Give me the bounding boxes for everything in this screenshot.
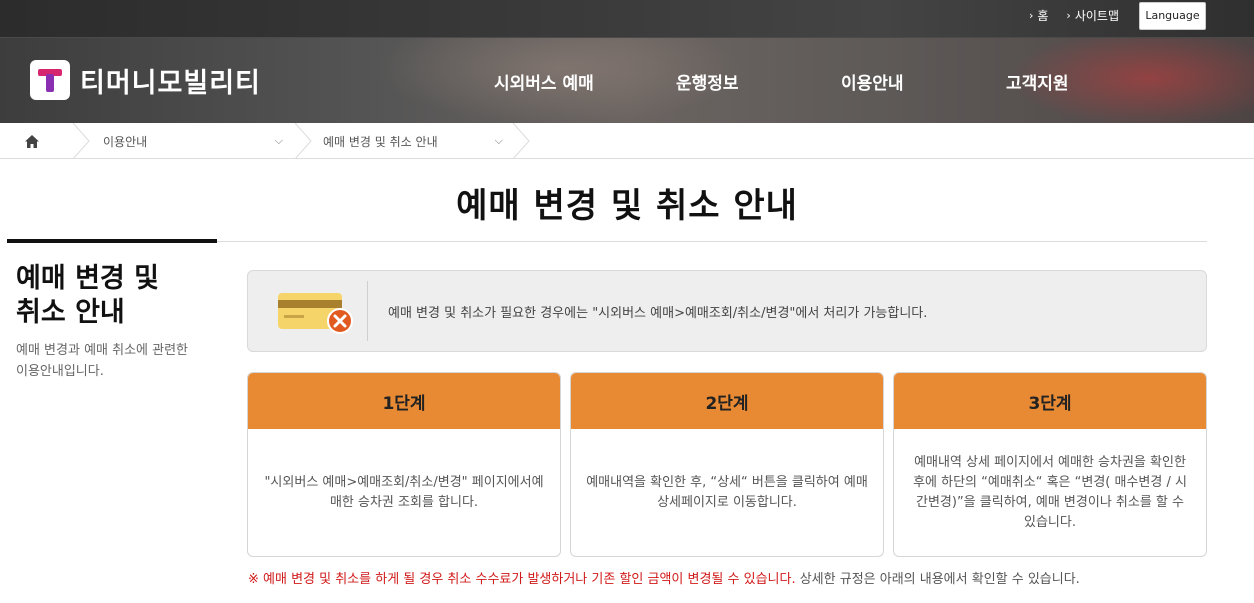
nav-item-operation-info[interactable]: 운행정보	[676, 69, 739, 94]
chevron-down-icon: ⌵	[274, 134, 283, 147]
info-box: 예매 변경 및 취소가 필요한 경우에는 "시외버스 예매>예매조회/취소/변경…	[247, 270, 1207, 352]
title-underline	[7, 239, 217, 243]
sitemap-link[interactable]: › 사이트맵	[1066, 7, 1119, 24]
utility-bar: › 홈 › 사이트맵 Language	[0, 0, 1254, 37]
breadcrumb-home[interactable]	[0, 123, 64, 159]
step-title: 2단계	[571, 373, 883, 429]
divider	[217, 241, 1207, 242]
nav-item-bus-booking[interactable]: 시외버스 예매	[494, 69, 594, 94]
fee-notice: ※ 예매 변경 및 취소를 하게 될 경우 취소 수수료가 발생하거나 기존 할…	[248, 568, 1080, 587]
nav-item-customer-support[interactable]: 고객지원	[1006, 69, 1069, 94]
home-link-label: 홈	[1037, 9, 1049, 23]
fee-warning-text: ※ 예매 변경 및 취소를 하게 될 경우 취소 수수료가 발생하거나 기존 할…	[248, 572, 796, 587]
sidebar-title-line2: 취소 안내	[16, 297, 125, 328]
sitemap-link-label: 사이트맵	[1074, 9, 1119, 23]
chevron-right-icon: ›	[1066, 9, 1071, 22]
step-description: 예매내역을 확인한 후, “상세“ 버튼을 클릭하여 예매 상세페이지로 이동합…	[586, 474, 868, 510]
step-description: "시외버스 예매>예매조회/취소/변경" 페이지에서예매한 승차권 조회를 합니…	[264, 474, 544, 510]
sidebar-title-line1: 예매 변경 및	[16, 263, 159, 294]
sidebar-title: 예매 변경 및 취소 안내	[16, 262, 206, 330]
breadcrumb-separator	[512, 123, 530, 159]
sidebar-desc-line1: 예매 변경과 예매 취소에 관련한	[16, 343, 189, 358]
chevron-down-icon: ⌵	[494, 134, 503, 147]
brand-logo[interactable]: 티머니모빌리티	[30, 60, 261, 100]
step-description: 예매내역 상세 페이지에서 예매한 승차권을 확인한 후에 하단의 “예매취소“…	[913, 454, 1187, 530]
breadcrumb-level2[interactable]: 예매 변경 및 취소 안내 ⌵	[323, 123, 503, 159]
breadcrumb-separator	[72, 123, 90, 159]
site-header: 티머니모빌리티 시외버스 예매 운행정보 이용안내 고객지원	[0, 37, 1254, 123]
sidebar-desc-line2: 이용안내입니다.	[16, 364, 104, 379]
breadcrumb-level1-label: 이용안내	[103, 134, 148, 149]
notice-rest-text: 상세한 규정은 아래의 내용에서 확인할 수 있습니다.	[795, 572, 1080, 587]
logo-t-icon	[30, 60, 70, 100]
step-title: 3단계	[894, 373, 1206, 429]
breadcrumb-separator	[294, 123, 312, 159]
step-card-3: 3단계 예매내역 상세 페이지에서 예매한 승차권을 확인한 후에 하단의 “예…	[893, 372, 1207, 557]
breadcrumb-level2-label: 예매 변경 및 취소 안내	[323, 134, 438, 149]
step-card-2: 2단계 예매내역을 확인한 후, “상세“ 버튼을 클릭하여 예매 상세페이지로…	[570, 372, 884, 557]
step-title: 1단계	[248, 373, 560, 429]
nav-item-usage-guide[interactable]: 이용안내	[841, 69, 904, 94]
home-link[interactable]: › 홈	[1029, 7, 1048, 24]
language-button[interactable]: Language	[1139, 1, 1206, 30]
brand-name: 티머니모빌리티	[80, 67, 261, 99]
divider	[367, 281, 368, 341]
step-card-1: 1단계 "시외버스 예매>예매조회/취소/변경" 페이지에서예매한 승차권 조회…	[247, 372, 561, 557]
page-title: 예매 변경 및 취소 안내	[456, 186, 798, 226]
sidebar-description: 예매 변경과 예매 취소에 관련한 이용안내입니다.	[16, 340, 206, 382]
breadcrumb: 이용안내 ⌵ 예매 변경 및 취소 안내 ⌵	[0, 123, 1254, 159]
utility-links: › 홈 › 사이트맵 Language	[1011, 0, 1206, 31]
info-text: 예매 변경 및 취소가 필요한 경우에는 "시외버스 예매>예매조회/취소/변경…	[388, 305, 928, 321]
card-cancel-icon	[278, 293, 353, 334]
home-icon	[25, 134, 39, 148]
chevron-right-icon: ›	[1028, 9, 1034, 22]
breadcrumb-level1[interactable]: 이용안내 ⌵	[103, 123, 283, 159]
